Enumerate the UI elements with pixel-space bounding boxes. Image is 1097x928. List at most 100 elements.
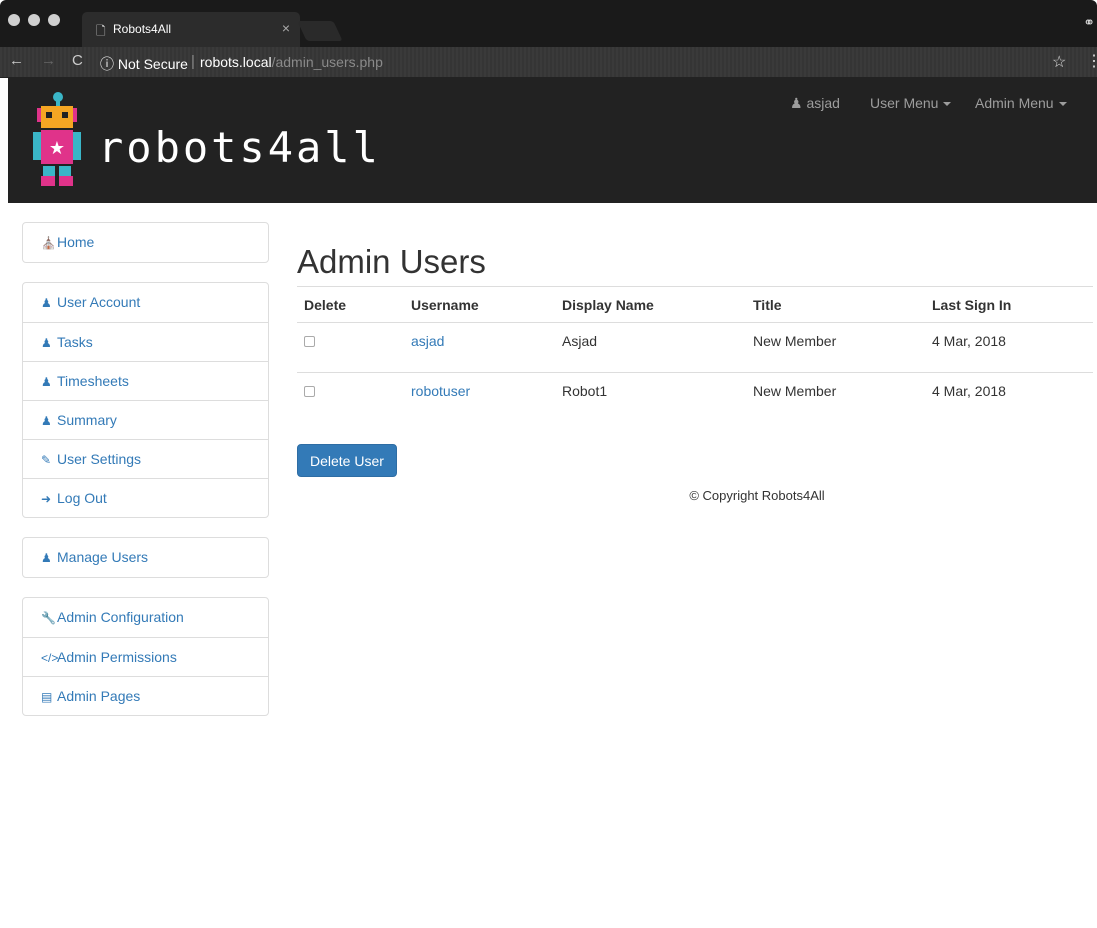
caret-down-icon <box>943 102 952 107</box>
bookmark-star-icon[interactable]: ☆ <box>1052 52 1066 72</box>
username-cell: robotuser <box>404 373 555 423</box>
sidebar-item-label: Manage Users <box>57 549 149 565</box>
new-tab-button[interactable] <box>297 21 343 41</box>
main-content: Admin Users Delete Username Display Name… <box>297 238 1093 477</box>
url-input[interactable]: ⓘ Not Secure | robots.local/admin_users.… <box>96 50 1074 74</box>
sidebar-item-label: Tasks <box>57 334 93 350</box>
maximize-window-button[interactable] <box>48 14 60 26</box>
column-header-delete: Delete <box>297 286 404 323</box>
robot-logo-icon: ★ <box>33 92 81 186</box>
sidebar-item-label: Admin Pages <box>57 688 141 704</box>
sidebar-item-summary[interactable]: ♟ Summary <box>23 400 268 439</box>
username-cell: asjad <box>404 322 555 373</box>
sidebar-item-admin-configuration[interactable]: 🔧Admin Configuration <box>23 598 268 637</box>
sidebar-item-tasks[interactable]: ♟ Tasks <box>23 322 268 361</box>
sidebar-item-label: Admin Configuration <box>57 609 184 625</box>
column-header-last-sign-in: Last Sign In <box>925 286 1093 323</box>
admin-users-table: Delete Username Display Name Title Last … <box>297 286 1093 423</box>
sidebar-item-label: User Account <box>57 294 141 310</box>
user-nav[interactable]: ♟ asjad <box>790 95 840 112</box>
reload-icon[interactable]: C <box>72 52 83 69</box>
user-menu-label: User Menu <box>870 95 939 111</box>
table-row: asjad Asjad New Member 4 Mar, 2018 <box>297 322 1093 373</box>
home-icon: ⛪ <box>41 236 56 250</box>
svg-text:★: ★ <box>49 138 65 159</box>
delete-user-button[interactable]: Delete User <box>297 443 397 477</box>
user-menu-dropdown[interactable]: User Menu <box>870 95 952 111</box>
tab-title: Robots4All <box>113 22 172 36</box>
browser-chrome: 🗋 Robots4All × ⚭ ← → C ⓘ Not Secure | ro… <box>0 0 1097 78</box>
url-separator: | <box>191 53 195 70</box>
user-name: asjad <box>806 95 840 111</box>
user-icon: ♟ <box>41 375 52 389</box>
sidebar-item-admin-permissions[interactable]: </>Admin Permissions <box>23 637 268 676</box>
logout-icon: ➜ <box>41 492 52 506</box>
minimize-window-button[interactable] <box>28 14 40 26</box>
user-icon: ♟ <box>41 336 52 350</box>
sidebar-group-manage: ♟ Manage Users <box>22 537 269 578</box>
sidebar-item-label: Timesheets <box>57 373 129 389</box>
sidebar-item-admin-pages[interactable]: ▤ Admin Pages <box>23 676 268 715</box>
title-cell: New Member <box>753 383 837 399</box>
sidebar-group-admin: 🔧Admin Configuration </>Admin Permission… <box>22 597 269 716</box>
admin-menu-label: Admin Menu <box>975 95 1054 111</box>
sidebar-group-user: ♟ User Account ♟ Tasks ♟ Timesheets ♟ Summar… <box>22 282 269 518</box>
sidebar-item-user-settings[interactable]: ✎ User Settings <box>23 439 268 478</box>
display-name-cell: Robot1 <box>562 383 608 399</box>
code-icon: </> <box>41 651 59 665</box>
last-sign-in-cell: 4 Mar, 2018 <box>932 383 1006 399</box>
delete-checkbox[interactable] <box>304 336 315 347</box>
sidebar-item-label: Log Out <box>57 490 107 506</box>
column-header-display-name: Display Name <box>555 286 746 323</box>
sidebar-item-timesheets[interactable]: ♟ Timesheets <box>23 361 268 400</box>
last-sign-in-cell: 4 Mar, 2018 <box>925 322 1093 373</box>
caret-down-icon <box>1058 102 1067 107</box>
sidebar-item-manage-users[interactable]: ♟ Manage Users <box>23 538 268 577</box>
forward-icon[interactable]: → <box>41 52 56 69</box>
sidebar-item-label: Summary <box>57 412 117 428</box>
column-header-title: Title <box>746 286 925 323</box>
tab-close-icon[interactable]: × <box>282 20 290 36</box>
browser-menu-icon[interactable]: ⋮ <box>1086 51 1097 71</box>
table-header-row: Delete Username Display Name Title Last … <box>297 286 1093 323</box>
sidebar-group-home: ⛪Home <box>22 222 269 263</box>
user-icon: ♟ <box>41 296 52 310</box>
tab-bar: 🗋 Robots4All × ⚭ <box>0 0 1097 47</box>
sidebar-item-user-account[interactable]: ♟ User Account <box>23 283 268 322</box>
sidebar-item-home[interactable]: ⛪Home <box>23 223 268 262</box>
title-cell: New Member <box>746 322 925 373</box>
close-window-button[interactable] <box>8 14 20 26</box>
username-link[interactable]: asjad <box>411 333 444 349</box>
wrench-icon: 🔧 <box>41 611 56 625</box>
user-icon: ♟ <box>41 414 52 428</box>
sidebar-item-label: User Settings <box>57 451 142 467</box>
table-row: robotuser Robot1 New Member 4 Mar, 2018 <box>297 373 1093 423</box>
column-header-username: Username <box>404 286 555 323</box>
delete-cell <box>297 373 404 423</box>
url-path: /admin_users.php <box>271 54 383 70</box>
browser-tab[interactable]: 🗋 Robots4All × <box>82 12 300 47</box>
sidebar: ⛪Home ♟ User Account ♟ Tasks ♟ Timesheets ♟… <box>22 222 269 735</box>
address-bar: ← → C ⓘ Not Secure | robots.local/admin_… <box>0 47 1097 78</box>
edit-icon: ✎ <box>41 453 52 467</box>
footer-copyright: © Copyright Robots4All <box>689 488 825 503</box>
delete-checkbox[interactable] <box>304 386 315 397</box>
admin-menu-dropdown[interactable]: Admin Menu <box>975 95 1067 111</box>
back-icon[interactable]: ← <box>9 52 24 69</box>
sidebar-item-log-out[interactable]: ➜ Log Out <box>23 478 268 517</box>
url-text: robots.local/admin_users.php <box>200 54 383 70</box>
site-header: ★ robots4all ♟ asjad User Menu Admin Men… <box>8 78 1097 203</box>
sidebar-item-label: Home <box>57 234 95 250</box>
delete-cell <box>297 322 404 373</box>
logo-text[interactable]: robots4all <box>98 123 381 172</box>
display-name-cell: Asjad <box>555 322 746 373</box>
incognito-icon: ⚭ <box>1083 14 1095 30</box>
page-title: Admin Users <box>297 243 486 280</box>
security-indicator[interactable]: ⓘ Not Secure <box>100 54 188 74</box>
url-host: robots.local <box>200 54 272 70</box>
sidebar-item-label: Admin Permissions <box>57 649 177 665</box>
list-icon: ▤ <box>41 690 53 704</box>
users-icon: ♟ <box>41 551 52 565</box>
user-icon: ♟ <box>790 95 803 111</box>
username-link[interactable]: robotuser <box>411 383 470 399</box>
